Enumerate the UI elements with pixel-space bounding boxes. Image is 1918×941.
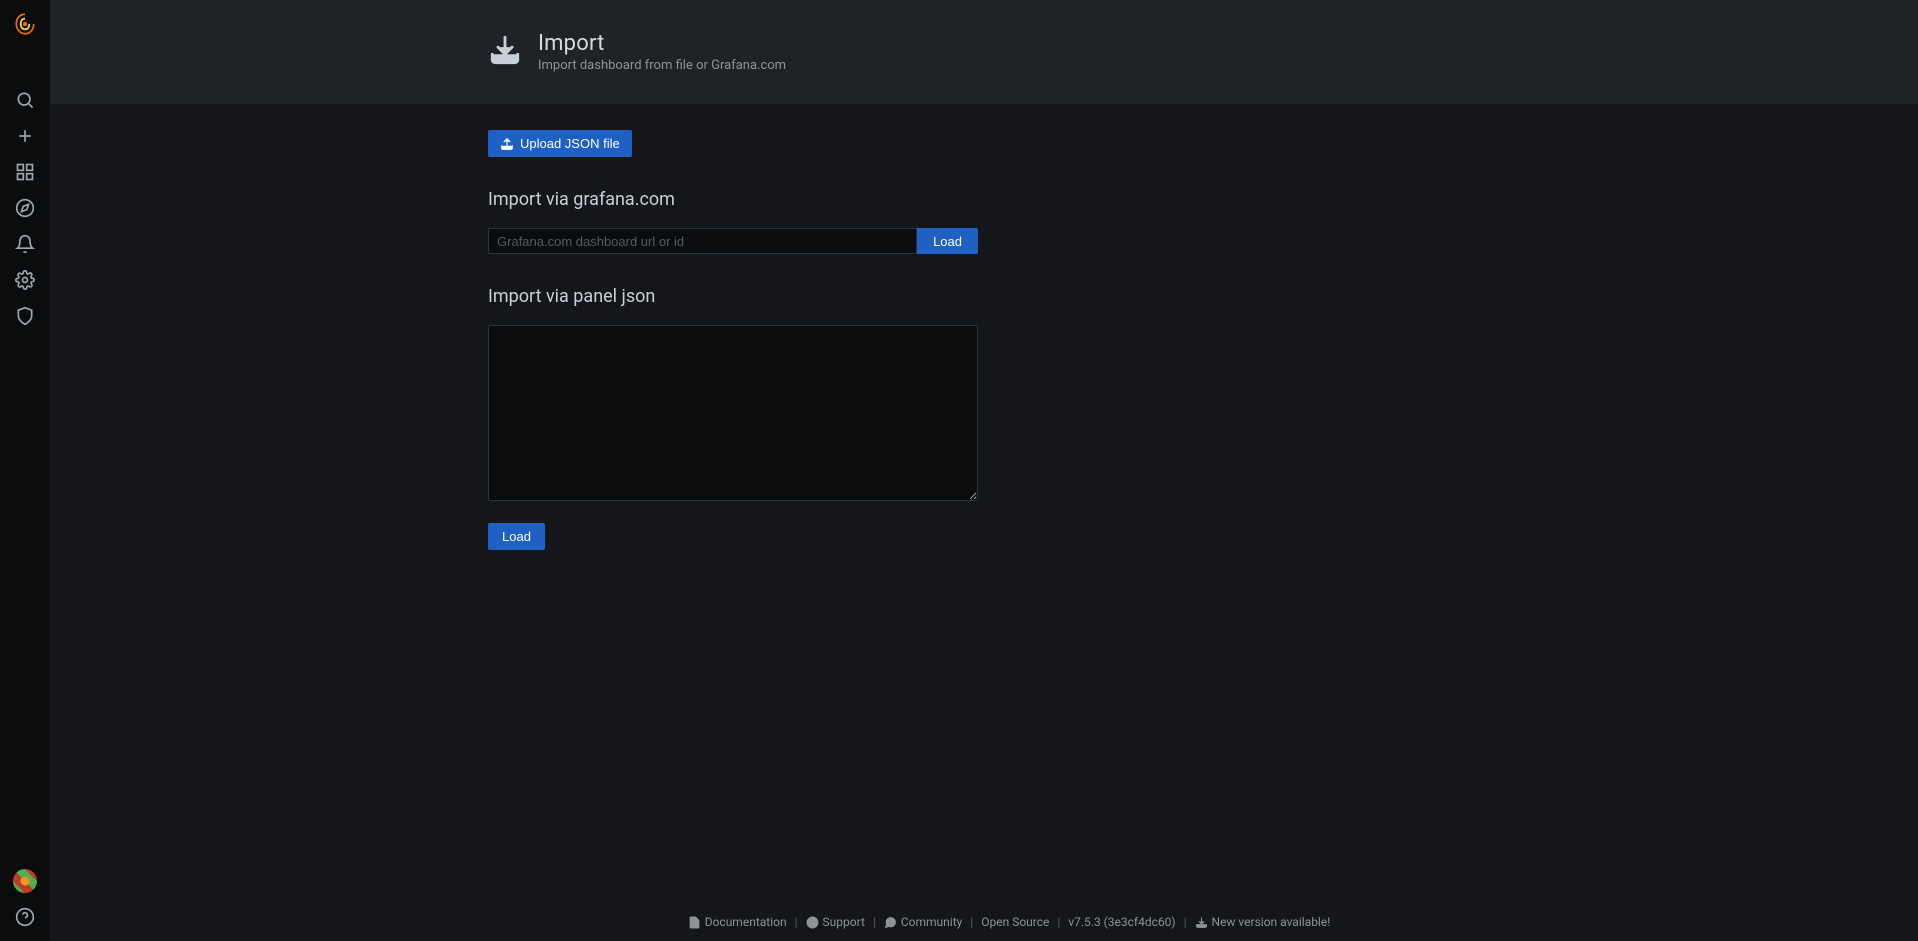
upload-json-button[interactable]: Upload JSON file [488, 130, 632, 157]
load-url-button[interactable]: Load [917, 228, 978, 254]
user-avatar[interactable] [13, 869, 37, 893]
footer-version[interactable]: v7.5.3 (3e3cf4dc60) [1068, 915, 1175, 929]
page-header: Import Import dashboard from file or Gra… [50, 0, 1918, 104]
footer-new-version[interactable]: New version available! [1195, 915, 1331, 929]
import-icon [488, 33, 522, 71]
create-icon[interactable] [0, 118, 50, 154]
footer-support[interactable]: Support [806, 915, 865, 929]
load-json-button[interactable]: Load [488, 523, 545, 550]
import-json-section: Import via panel json Load [488, 286, 1012, 550]
upload-json-label: Upload JSON file [520, 136, 620, 151]
footer: Documentation | Support | Community | Op… [100, 915, 1918, 929]
page: Import Import dashboard from file or Gra… [50, 0, 1918, 941]
footer-open-source[interactable]: Open Source [981, 915, 1049, 929]
grafana-url-input[interactable] [488, 228, 917, 254]
footer-new-version-label: New version available! [1212, 915, 1331, 929]
footer-open-source-label: Open Source [981, 915, 1049, 929]
footer-community-label: Community [901, 915, 962, 929]
help-icon[interactable] [0, 899, 50, 935]
search-icon[interactable] [0, 82, 50, 118]
footer-documentation[interactable]: Documentation [688, 915, 787, 929]
content: Upload JSON file Import via grafana.com … [488, 104, 1012, 550]
import-url-heading: Import via grafana.com [488, 189, 1012, 210]
footer-documentation-label: Documentation [705, 915, 787, 929]
sidebar [0, 0, 50, 941]
panel-json-textarea[interactable] [488, 325, 978, 501]
configuration-icon[interactable] [0, 262, 50, 298]
page-subtitle: Import dashboard from file or Grafana.co… [538, 58, 786, 73]
page-title: Import [538, 31, 786, 56]
footer-version-label: v7.5.3 (3e3cf4dc60) [1068, 915, 1175, 929]
alerting-icon[interactable] [0, 226, 50, 262]
explore-icon[interactable] [0, 190, 50, 226]
grafana-logo[interactable] [0, 6, 50, 42]
footer-community[interactable]: Community [884, 915, 962, 929]
footer-support-label: Support [823, 915, 865, 929]
server-admin-icon[interactable] [0, 298, 50, 334]
import-url-section: Import via grafana.com Load [488, 189, 1012, 254]
dashboards-icon[interactable] [0, 154, 50, 190]
import-json-heading: Import via panel json [488, 286, 1012, 307]
